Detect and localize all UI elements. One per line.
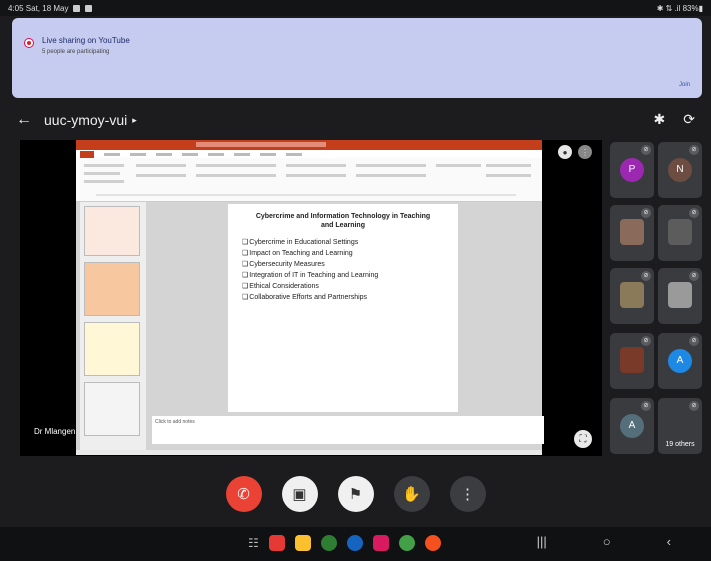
participant-photo	[668, 282, 692, 308]
app-icon[interactable]	[294, 535, 311, 551]
mic-off-icon: ⊘	[689, 145, 699, 155]
meeting-code[interactable]: uuc-ymoy-vui	[44, 112, 127, 128]
mic-off-icon[interactable]: ⚑	[337, 476, 374, 512]
slide-title: Cybercrime and Information Technology in…	[255, 213, 431, 229]
slide-thumbnails	[80, 202, 146, 450]
status-bar: 4:05 Sat, 18 May ✱ ⇅ .il 83%▮	[0, 0, 711, 16]
meeting-top-bar: ← uuc-ymoy-vui ▸ ✱ ⟳	[0, 104, 711, 136]
shared-powerpoint-window: Cybercrime and Information Technology in…	[76, 140, 544, 455]
system-nav-bar: ☷ ||| ○ ‹	[0, 527, 711, 561]
status-time: 4:05 Sat, 18 May	[8, 3, 69, 13]
mic-off-icon: ⊘	[641, 208, 651, 218]
participant-tile[interactable]: ⊘	[610, 268, 654, 324]
presenter-name: Dr Mlangen	[34, 427, 76, 436]
phone-end-icon[interactable]: ✆	[225, 476, 262, 512]
app-icon[interactable]	[398, 535, 415, 551]
others-count: 19 others	[665, 441, 695, 448]
app-icon[interactable]	[346, 535, 363, 551]
mic-off-icon: ⊘	[641, 271, 651, 281]
slide-bullet-list: Cybercrime in Educational Settings Impac…	[238, 237, 448, 303]
app-drawer-icon[interactable]: ☷	[248, 536, 259, 550]
current-slide: Cybercrime and Information Technology in…	[228, 204, 458, 412]
switch-camera-icon[interactable]: ⟳	[683, 111, 695, 128]
app-icon[interactable]	[424, 535, 441, 551]
slide-bullet: Cybersecurity Measures	[242, 259, 448, 270]
mic-off-icon: ⊘	[641, 336, 651, 346]
slide-bullet: Integration of IT in Teaching and Learni…	[242, 270, 448, 281]
ppt-ribbon	[76, 158, 542, 202]
participant-tile[interactable]: P ⊘	[610, 142, 654, 198]
avatar: P	[620, 158, 644, 182]
mic-off-icon: ⊘	[689, 336, 699, 346]
mic-off-icon: ⊘	[689, 401, 699, 411]
participant-tile[interactable]: ⊘	[610, 205, 654, 261]
mic-off-icon: ⊘	[641, 145, 651, 155]
slide-thumbnail[interactable]	[84, 382, 140, 436]
live-record-icon	[24, 38, 34, 48]
bluetooth-icon[interactable]: ✱	[654, 111, 666, 128]
chevron-right-icon[interactable]: ▸	[132, 115, 137, 126]
avatar: A	[668, 349, 692, 373]
app-icon[interactable]	[268, 535, 285, 551]
back-icon[interactable]: ‹	[667, 534, 671, 549]
avatar: N	[668, 158, 692, 182]
mic-off-icon: ⊘	[689, 271, 699, 281]
mic-off-icon: ⊘	[689, 208, 699, 218]
fullscreen-icon[interactable]: ⛶	[574, 430, 592, 448]
notification-title: Live sharing on YouTube	[42, 36, 130, 45]
notes-pane: Click to add notes	[152, 416, 544, 444]
avatar: A	[620, 414, 644, 438]
more-options-icon[interactable]: ⋮	[578, 145, 592, 159]
ppt-status-bar	[76, 450, 542, 455]
status-indicators: ✱ ⇅ .il 83%▮	[656, 3, 703, 13]
participant-photo	[620, 219, 644, 245]
app-icon[interactable]	[320, 535, 337, 551]
home-icon[interactable]: ○	[603, 534, 611, 549]
live-sharing-notification[interactable]: Live sharing on YouTube 5 people are par…	[12, 18, 702, 98]
notification-action-button[interactable]: Join	[679, 82, 690, 88]
mic-off-icon: ⊘	[641, 401, 651, 411]
camera-off-icon[interactable]: ▣	[281, 476, 318, 512]
ppt-ribbon-tabs	[76, 150, 542, 158]
participant-tile[interactable]: 19 others ⊘	[658, 398, 702, 454]
raise-hand-icon[interactable]: ✋	[393, 476, 430, 512]
presentation-view[interactable]: Cybercrime and Information Technology in…	[20, 140, 602, 456]
slide-bullet: Collaborative Efforts and Partnerships	[242, 292, 448, 303]
slide-bullet: Ethical Considerations	[242, 281, 448, 292]
participant-photo	[620, 282, 644, 308]
notification-subtitle: 5 people are participating	[42, 49, 110, 55]
more-vert-icon[interactable]: ⋮	[449, 476, 486, 512]
participant-photo	[620, 347, 644, 373]
taskbar-apps: ☷	[248, 535, 441, 551]
slide-thumbnail[interactable]	[84, 322, 140, 376]
mic-off-icon[interactable]: ●	[558, 145, 572, 159]
slide-bullet: Impact on Teaching and Learning	[242, 248, 448, 259]
notification-icon	[85, 4, 93, 12]
participant-tile[interactable]: ⊘	[610, 333, 654, 389]
slide-bullet: Cybercrime in Educational Settings	[242, 237, 448, 248]
call-controls: ✆ ▣ ⚑ ✋ ⋮	[0, 472, 711, 516]
recents-icon[interactable]: |||	[537, 534, 547, 549]
slide-thumbnail[interactable]	[84, 206, 140, 256]
participant-tile[interactable]: N ⊘	[658, 142, 702, 198]
ppt-workspace: Cybercrime and Information Technology in…	[76, 202, 544, 455]
participant-photo	[668, 219, 692, 245]
ppt-title-bar	[76, 140, 542, 150]
participant-tile[interactable]: A ⊘	[658, 333, 702, 389]
participant-tile[interactable]: ⊘	[658, 268, 702, 324]
arrow-left-icon[interactable]: ←	[16, 111, 32, 129]
slide-thumbnail[interactable]	[84, 262, 140, 316]
notification-icon	[73, 4, 81, 12]
participant-tile[interactable]: ⊘	[658, 205, 702, 261]
participant-tile[interactable]: A ⊘	[610, 398, 654, 454]
app-icon[interactable]	[372, 535, 389, 551]
